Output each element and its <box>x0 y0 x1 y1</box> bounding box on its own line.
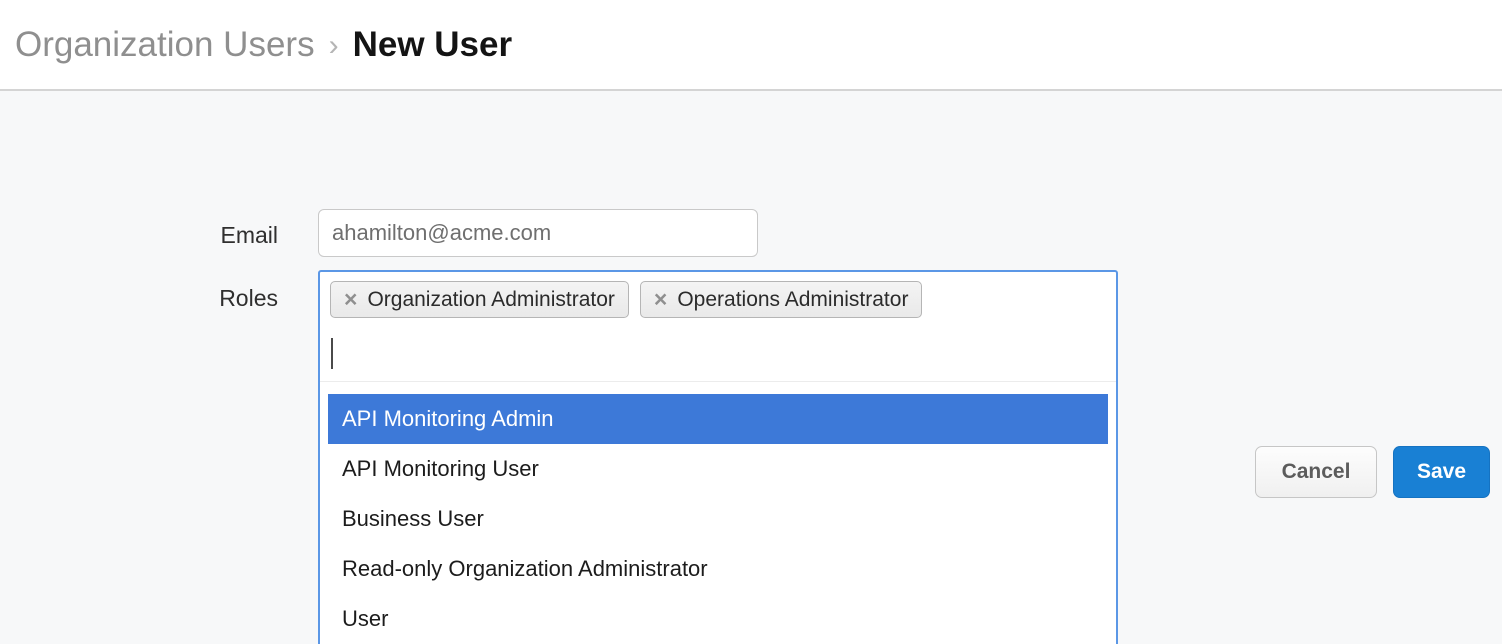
roles-label: Roles <box>120 285 278 312</box>
dropdown-option-user[interactable]: User <box>328 594 1108 644</box>
cancel-button[interactable]: Cancel <box>1255 446 1377 498</box>
role-tag-label: Organization Administrator <box>367 288 614 312</box>
text-caret <box>331 338 333 369</box>
page-header: Organization Users › New User <box>0 0 1502 91</box>
roles-dropdown: API Monitoring Admin API Monitoring User… <box>320 382 1116 644</box>
role-tag-organization-administrator[interactable]: × Organization Administrator <box>330 281 629 318</box>
role-tag-label: Operations Administrator <box>677 288 908 312</box>
page-title: New User <box>353 25 513 65</box>
new-user-page: Organization Users › New User Email Role… <box>0 0 1502 644</box>
save-button[interactable]: Save <box>1393 446 1490 498</box>
email-field[interactable] <box>318 209 758 257</box>
dropdown-option-read-only-organization-administrator[interactable]: Read-only Organization Administrator <box>328 544 1108 594</box>
remove-tag-icon[interactable]: × <box>654 288 667 311</box>
email-label: Email <box>120 222 278 249</box>
dropdown-option-api-monitoring-admin[interactable]: API Monitoring Admin <box>328 394 1108 444</box>
breadcrumb-organization-users[interactable]: Organization Users <box>15 25 315 65</box>
dropdown-option-api-monitoring-user[interactable]: API Monitoring User <box>328 444 1108 494</box>
roles-multiselect[interactable]: × Organization Administrator × Operation… <box>318 270 1118 644</box>
breadcrumb-chevron-icon: › <box>315 29 353 63</box>
selected-roles-row: × Organization Administrator × Operation… <box>320 272 1116 323</box>
dropdown-option-business-user[interactable]: Business User <box>328 494 1108 544</box>
role-tag-operations-administrator[interactable]: × Operations Administrator <box>640 281 923 318</box>
roles-search-input[interactable] <box>320 323 1116 381</box>
remove-tag-icon[interactable]: × <box>344 288 357 311</box>
